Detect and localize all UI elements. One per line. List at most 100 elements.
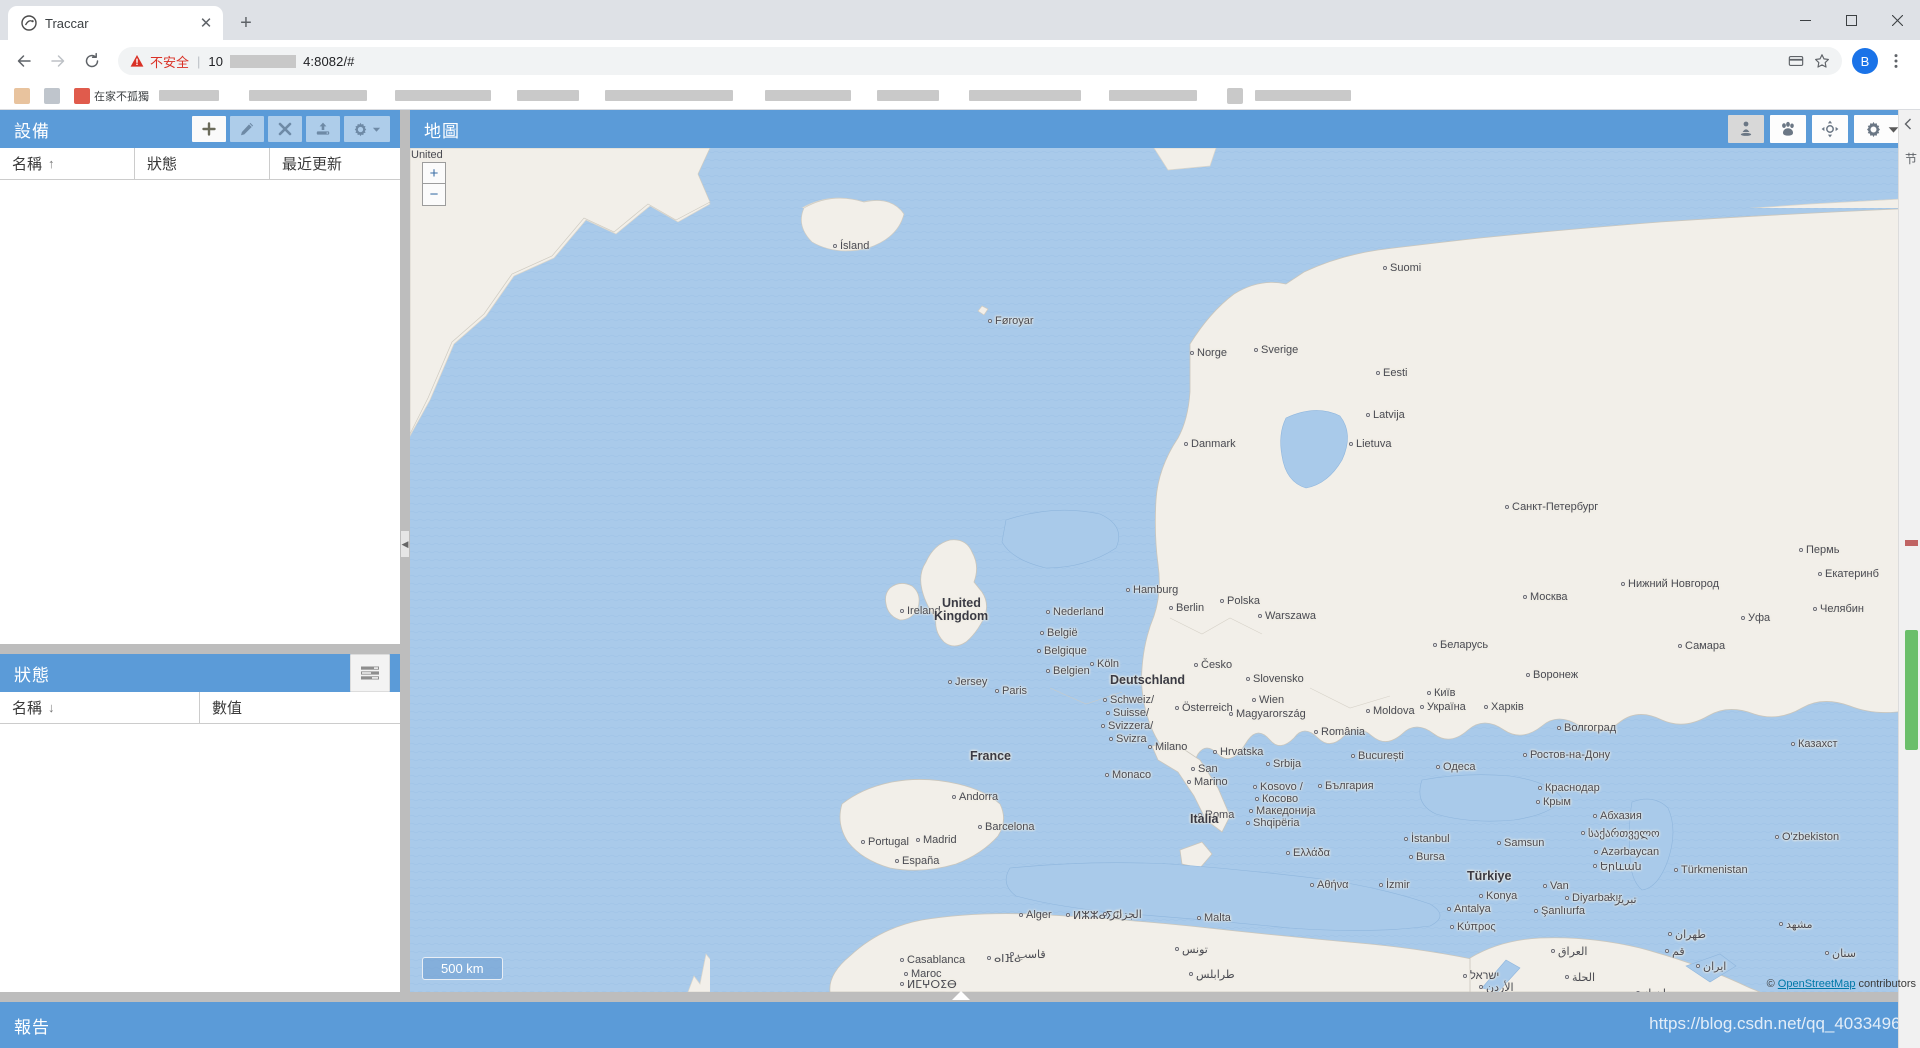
column-header-status-name[interactable]: 名稱 ↓: [0, 691, 200, 724]
map-country-label: Deutschland: [1110, 673, 1186, 687]
bookmark-favicon-icon: [44, 87, 60, 104]
bookmark-item-home[interactable]: 在家不孤獨: [70, 87, 153, 104]
map-place-dot: [978, 825, 982, 829]
bookmark-item[interactable]: [40, 87, 64, 104]
column-header-last-update[interactable]: 最近更新: [270, 148, 400, 180]
map-place-dot: [861, 840, 865, 844]
paw-print-icon-button[interactable]: [1770, 115, 1806, 143]
bookmark-redacted[interactable]: [517, 90, 579, 101]
map-place-label: Norge: [1197, 347, 1227, 359]
map-place-label: Paris: [1002, 685, 1028, 697]
map-place-dot: [1109, 737, 1113, 741]
collapse-sidebar-icon[interactable]: [1901, 116, 1917, 132]
bookmark-redacted[interactable]: [395, 90, 491, 101]
edit-device-button[interactable]: [230, 116, 264, 142]
zoom-out-button[interactable]: −: [422, 184, 446, 206]
bookmark-redacted[interactable]: [159, 90, 219, 101]
map-place-dot: [1450, 925, 1454, 929]
attribution-suffix: contributors: [1858, 978, 1916, 990]
map-place-label: Україна: [1427, 701, 1466, 713]
map-place-dot: [1621, 582, 1625, 586]
delete-device-button[interactable]: [268, 116, 302, 142]
column-header-status[interactable]: 狀態: [135, 147, 270, 180]
bookmark-item[interactable]: [10, 87, 34, 104]
map-place-dot: [1351, 754, 1355, 758]
map-place-label: ايران: [1703, 961, 1727, 973]
column-header-name[interactable]: 名稱 ↑: [0, 147, 135, 180]
map-place-label: België: [1047, 627, 1078, 639]
reports-expand-caret-icon[interactable]: [952, 991, 970, 1000]
bookmark-favicon-icon: [1227, 87, 1243, 104]
device-settings-button[interactable]: [344, 116, 390, 142]
map-place-label: طرابلس: [1196, 969, 1235, 981]
maximize-icon[interactable]: [1828, 0, 1874, 40]
map-place-label: Warszawa: [1265, 610, 1316, 622]
minimize-icon[interactable]: [1782, 0, 1828, 40]
openstreetmap-link[interactable]: OpenStreetMap: [1778, 978, 1856, 990]
map-place-dot: [1213, 750, 1217, 754]
map-place-dot: [1497, 841, 1501, 845]
map-place-dot: [1678, 644, 1682, 648]
bookmark-redacted[interactable]: [969, 90, 1081, 101]
map-canvas[interactable]: Ísland Føroyar Norge Sverige Suomi Eesti Latvi…: [410, 148, 1920, 992]
bookmark-redacted[interactable]: [877, 90, 939, 101]
card-icon[interactable]: [1788, 53, 1804, 69]
plus-icon[interactable]: +: [231, 8, 261, 38]
address-bar[interactable]: 不安全 | 10 4:8082/#: [118, 47, 1842, 75]
map-place-dot: [1593, 864, 1597, 868]
map-place-dot: [1376, 371, 1380, 375]
close-icon[interactable]: ✕: [197, 14, 215, 32]
page-scrollbar-track[interactable]: 节: [1898, 110, 1920, 1048]
reload-icon[interactable]: [76, 45, 108, 77]
map-place-label: Крым: [1543, 796, 1571, 808]
map-place-dot: [1779, 922, 1783, 926]
map-place-label: Одеса: [1443, 761, 1476, 773]
map-place-dot: [1565, 975, 1569, 979]
column-header-status-value[interactable]: 數值: [200, 692, 400, 724]
map-place-dot: [1349, 442, 1353, 446]
map-place-dot: [1463, 974, 1467, 978]
map-place-dot: [1066, 913, 1070, 917]
import-device-button[interactable]: [306, 116, 340, 142]
map-place-dot: [1318, 784, 1322, 788]
map-place-label: Самара: [1685, 640, 1726, 652]
browser-tab-traccar[interactable]: Traccar ✕: [8, 6, 223, 40]
map-place-label: Hamburg: [1133, 584, 1179, 596]
arrow-left-icon[interactable]: [8, 45, 40, 77]
map-toolbar: [1728, 115, 1910, 143]
bookmark-redacted[interactable]: [249, 90, 367, 101]
map-place-dot: [1534, 909, 1538, 913]
map-place-dot: [1536, 800, 1540, 804]
map-place-dot: [1254, 348, 1258, 352]
splitter-collapse-handle[interactable]: ◀: [400, 530, 410, 558]
map-place-dot: [904, 972, 908, 976]
show-devices-button[interactable]: [1728, 115, 1764, 143]
bookmark-redacted[interactable]: [605, 90, 733, 101]
map-place-dot: [1608, 897, 1612, 901]
map-place-label: Краснодар: [1545, 782, 1600, 794]
bookmark-redacted[interactable]: [1255, 90, 1351, 101]
map-place-dot: [1090, 662, 1094, 666]
browser-window: Traccar ✕ + 不安全 | 10 4:8082/# B 在家不孤獨 設備…: [0, 0, 1920, 1048]
star-icon[interactable]: [1814, 53, 1830, 69]
map-place-label: Suisse/: [1113, 707, 1150, 719]
crosshair-move-icon-button[interactable]: [1812, 115, 1848, 143]
status-list-button[interactable]: [350, 654, 390, 692]
add-device-button[interactable]: [192, 116, 226, 142]
scrollbar-thumb[interactable]: [1905, 630, 1918, 750]
kebab-menu-icon[interactable]: [1880, 45, 1912, 77]
map-place-label: Пермь: [1806, 544, 1840, 556]
map-place-dot: [1379, 883, 1383, 887]
map-country-label: Italia: [1190, 812, 1219, 826]
map-panel-header: 地圖: [410, 110, 1920, 148]
map-place-dot: [1538, 786, 1542, 790]
bookmark-redacted[interactable]: [1109, 90, 1197, 101]
map-place-label: Абхазия: [1600, 810, 1642, 822]
bookmark-redacted[interactable]: [765, 90, 851, 101]
window-close-icon[interactable]: [1874, 0, 1920, 40]
horizontal-splitter[interactable]: [0, 644, 400, 654]
avatar[interactable]: B: [1852, 48, 1878, 74]
arrow-right-icon[interactable]: [42, 45, 74, 77]
zoom-in-button[interactable]: +: [422, 162, 446, 184]
browser-toolbar: 不安全 | 10 4:8082/# B: [0, 40, 1920, 82]
